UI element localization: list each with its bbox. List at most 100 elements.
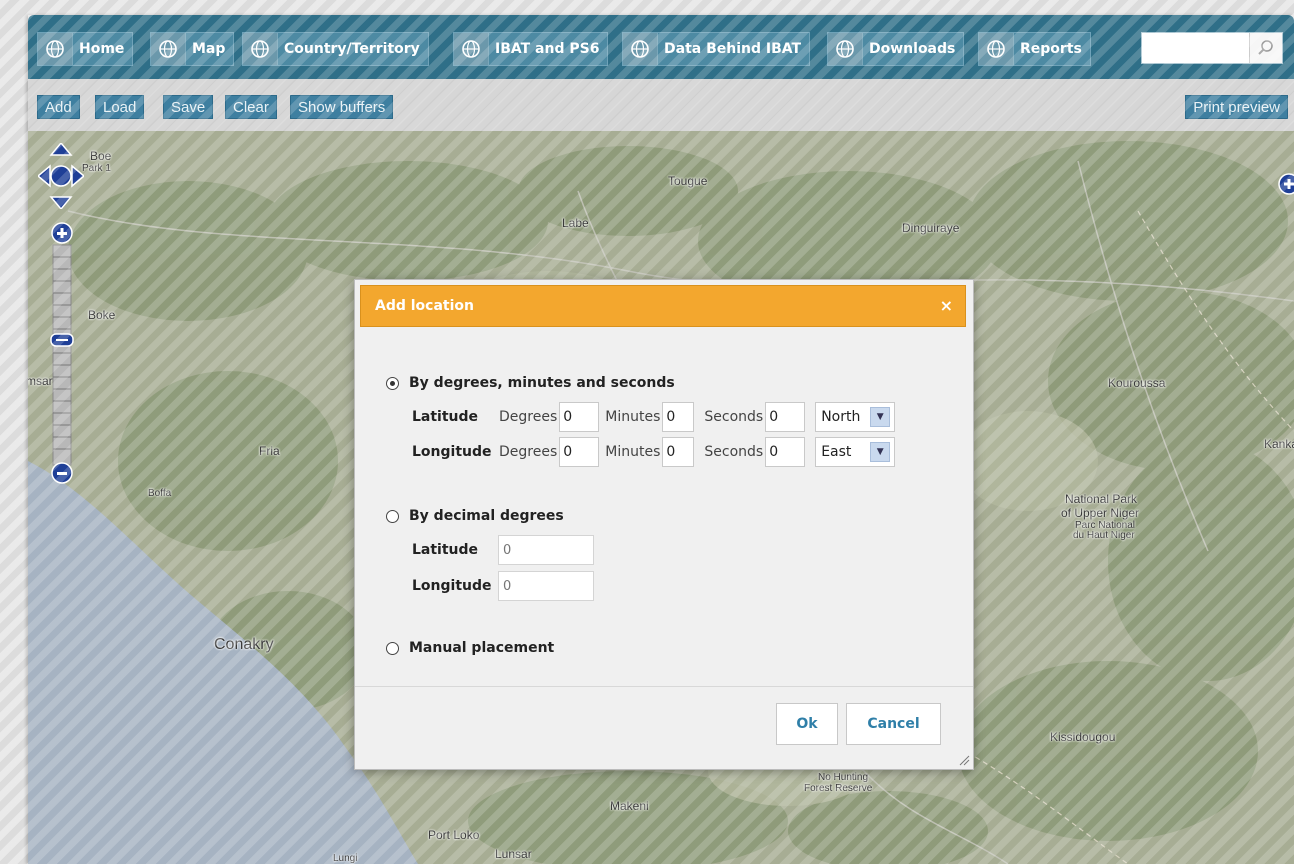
place-label: Tougue	[668, 174, 708, 188]
nav-reports-label: Reports	[1020, 41, 1082, 57]
nav-downloads-label: Downloads	[869, 41, 956, 57]
lon-seconds-input[interactable]	[765, 437, 806, 467]
place-label: Boffa	[148, 488, 172, 499]
place-label: of Upper Niger	[1061, 506, 1140, 520]
place-label: Dinguiraye	[902, 221, 960, 235]
nav-reports[interactable]: Reports	[978, 32, 1091, 66]
place-label: Makeni	[610, 799, 649, 813]
dms-latitude-row: Latitude Degrees Minutes Seconds North ▼	[412, 401, 896, 433]
search-input[interactable]	[1142, 33, 1254, 61]
longitude-label: Longitude	[412, 578, 492, 594]
dialog-title: Add location	[375, 298, 474, 314]
latitude-label: Latitude	[412, 409, 479, 425]
place-label: No Hunting	[818, 772, 869, 783]
decimal-radio[interactable]	[386, 509, 399, 523]
place-label: Boe	[90, 149, 112, 163]
option-dms[interactable]: By degrees, minutes and seconds	[386, 375, 675, 391]
layer-switcher-icon[interactable]	[1278, 173, 1294, 195]
place-label: Kissidougou	[1050, 730, 1116, 744]
place-label: Fria	[259, 444, 280, 458]
degrees-label: Degrees	[499, 409, 558, 425]
nav-downloads[interactable]: Downloads	[827, 32, 965, 66]
longitude-label: Longitude	[412, 444, 492, 460]
nav-country-territory[interactable]: Country/Territory	[242, 32, 429, 66]
zoom-bar-icon[interactable]	[50, 221, 74, 491]
degrees-label: Degrees	[499, 444, 558, 460]
option-decimal[interactable]: By decimal degrees	[386, 508, 564, 524]
chevron-down-icon: ▼	[870, 407, 891, 427]
dms-radio[interactable]	[386, 376, 399, 390]
load-button[interactable]: Load	[95, 95, 145, 119]
add-button[interactable]: Add	[37, 95, 80, 119]
globe-icon	[151, 33, 186, 65]
nav-home-label: Home	[79, 41, 125, 57]
place-label: Park 1	[82, 163, 111, 174]
lat-seconds-input[interactable]	[765, 402, 806, 432]
dms-longitude-row: Longitude Degrees Minutes Seconds East ▼	[412, 436, 896, 468]
lat-minutes-input[interactable]	[662, 402, 695, 432]
latitude-label: Latitude	[412, 542, 479, 558]
globe-icon	[243, 33, 278, 65]
decimal-latitude-input[interactable]	[498, 535, 594, 565]
lat-hemisphere-select[interactable]: North ▼	[815, 402, 896, 432]
lat-degrees-input[interactable]	[559, 402, 600, 432]
dms-label: By degrees, minutes and seconds	[409, 375, 675, 391]
nav-map-label: Map	[192, 41, 226, 57]
cancel-button[interactable]: Cancel	[846, 703, 941, 745]
place-label: Port Loko	[428, 828, 480, 842]
place-label: du Haut Niger	[1073, 530, 1135, 541]
nav-data-behind-ibat[interactable]: Data Behind IBAT	[622, 32, 811, 66]
close-icon[interactable]: ×	[940, 296, 953, 315]
place-label: Forest Reserve	[804, 783, 873, 794]
place-label: Kouroussa	[1108, 376, 1166, 390]
lon-hemisphere-select[interactable]: East ▼	[815, 437, 896, 467]
place-label: Lungi	[333, 853, 358, 864]
nav-country-territory-label: Country/Territory	[284, 41, 420, 57]
manual-radio[interactable]	[386, 641, 399, 655]
search-box	[1141, 32, 1283, 64]
nav-map[interactable]: Map	[150, 32, 235, 66]
place-label: National Park	[1065, 492, 1138, 506]
chevron-down-icon: ▼	[870, 442, 891, 462]
lat-hemisphere-value: North	[821, 409, 861, 425]
lon-minutes-input[interactable]	[662, 437, 695, 467]
nav-ibat-ps6[interactable]: IBAT and PS6	[453, 32, 609, 66]
seconds-label: Seconds	[704, 444, 764, 460]
decimal-longitude-row: Longitude	[412, 570, 594, 602]
resize-handle-icon[interactable]	[958, 754, 970, 766]
place-label: Boke	[88, 308, 116, 322]
place-label: msar	[28, 374, 53, 388]
globe-icon	[979, 33, 1014, 65]
search-icon[interactable]	[1249, 33, 1282, 63]
lon-hemisphere-value: East	[821, 444, 852, 460]
lon-degrees-input[interactable]	[559, 437, 600, 467]
manual-label: Manual placement	[409, 640, 555, 656]
minutes-label: Minutes	[605, 444, 661, 460]
ok-button[interactable]: Ok	[776, 703, 838, 745]
place-label: Labe	[562, 216, 589, 230]
globe-icon	[828, 33, 863, 65]
decimal-longitude-input[interactable]	[498, 571, 594, 601]
globe-icon	[454, 33, 489, 65]
nav-ibat-ps6-label: IBAT and PS6	[495, 41, 600, 57]
decimal-latitude-row: Latitude	[412, 534, 594, 566]
nav-data-behind-ibat-label: Data Behind IBAT	[664, 41, 802, 57]
option-manual[interactable]: Manual placement	[386, 640, 554, 656]
place-label: Kanka	[1264, 437, 1294, 451]
nav-home[interactable]: Home	[37, 32, 134, 66]
clear-button[interactable]: Clear	[225, 95, 277, 119]
pan-control-icon[interactable]	[38, 143, 84, 209]
print-preview-button[interactable]: Print preview	[1185, 95, 1288, 119]
dialog-header: Add location ×	[360, 285, 966, 327]
place-label: Conakry	[214, 636, 274, 653]
place-label: Lunsar	[495, 847, 532, 861]
minutes-label: Minutes	[605, 409, 661, 425]
seconds-label: Seconds	[704, 409, 764, 425]
show-buffers-button[interactable]: Show buffers	[290, 95, 394, 119]
map-toolbar: Add Load Save Clear Show buffers Print p…	[28, 79, 1294, 131]
decimal-label: By decimal degrees	[409, 508, 564, 524]
add-location-dialog: Add location × By degrees, minutes and s…	[354, 279, 974, 770]
globe-icon	[38, 33, 73, 65]
save-button[interactable]: Save	[163, 95, 214, 119]
globe-icon	[623, 33, 658, 65]
